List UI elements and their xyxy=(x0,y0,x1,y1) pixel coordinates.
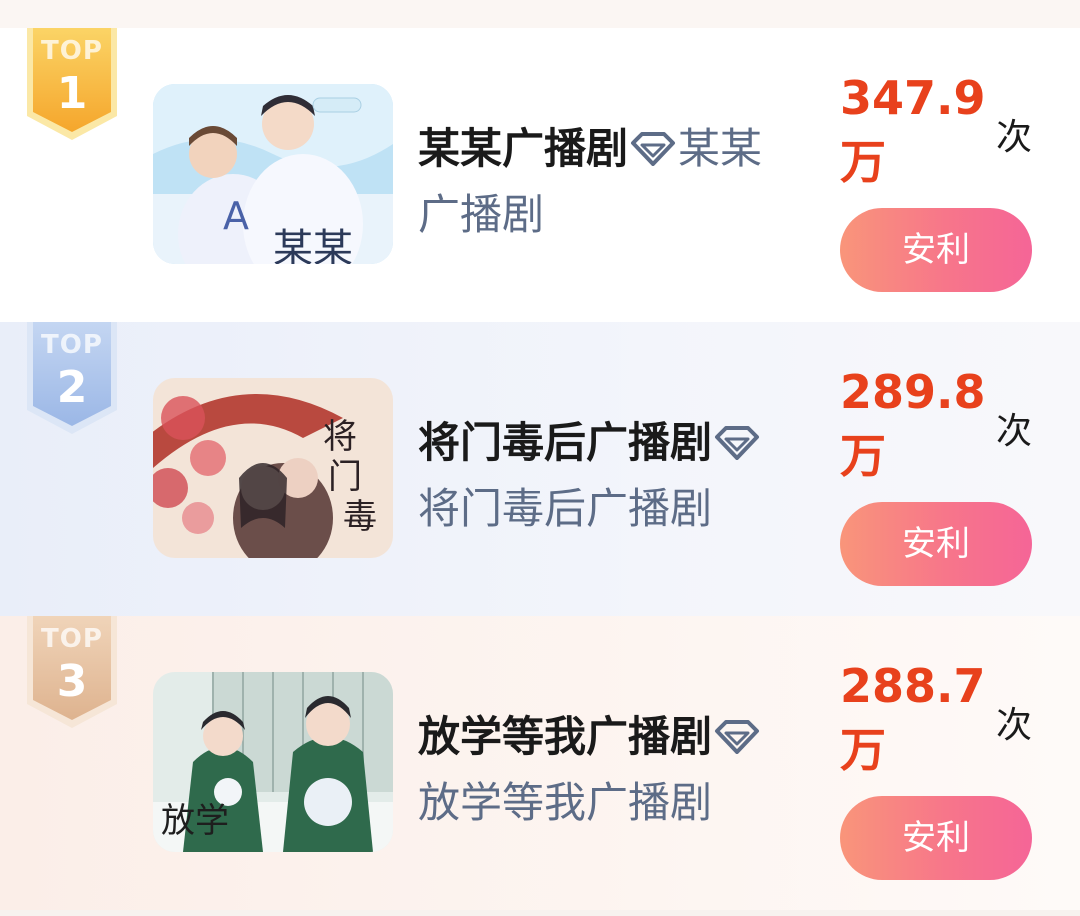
rank-top-label: TOP xyxy=(41,36,103,66)
play-count: 347.9万 xyxy=(840,71,986,189)
drama-title[interactable]: 某某广播剧 某某广播剧 xyxy=(418,116,798,248)
rank-number: 1 xyxy=(56,68,88,119)
rank-badge-gold: TOP 1 xyxy=(27,28,117,140)
svg-text:将: 将 xyxy=(323,417,357,457)
recommend-button[interactable]: 安利 xyxy=(840,502,1032,586)
rank-number: 3 xyxy=(56,656,88,707)
play-count: 289.8万 xyxy=(840,365,986,483)
recommend-button[interactable]: 安利 xyxy=(840,796,1032,880)
diamond-icon xyxy=(714,413,760,460)
drama-title[interactable]: 放学等我广播剧 放学等我广播剧 xyxy=(418,704,798,836)
svg-text:毒: 毒 xyxy=(343,497,377,537)
svg-text:门: 门 xyxy=(328,457,362,497)
drama-title-main: 放学等我广播剧 xyxy=(418,712,713,761)
ranking-item[interactable]: TOP 2 将 门 毒 将门毒后广播剧 将门毒后广播剧 289.8万 次 安利 xyxy=(0,322,1080,616)
play-count-unit: 次 xyxy=(996,705,1033,746)
drama-title-main: 某某广播剧 xyxy=(418,124,629,173)
top-divider xyxy=(0,0,1080,28)
play-count-unit: 次 xyxy=(996,117,1033,158)
svg-text:某某: 某某 xyxy=(273,226,353,264)
drama-title-main: 将门毒后广播剧 xyxy=(418,418,713,467)
diamond-icon xyxy=(630,119,676,166)
diamond-icon xyxy=(714,707,760,754)
recommend-button[interactable]: 安利 xyxy=(840,208,1032,292)
drama-title-sub: 将门毒后广播剧 xyxy=(418,484,713,533)
svg-text:A: A xyxy=(223,194,249,238)
drama-title-sub: 放学等我广播剧 xyxy=(418,778,713,827)
svg-text:放学: 放学 xyxy=(161,801,229,841)
bottom-divider xyxy=(0,910,1080,916)
rank-top-label: TOP xyxy=(41,624,103,654)
ranking-list: TOP 1 某某 A 某某广播剧 某某广播剧 347.9万 次 安利 TOP 2… xyxy=(0,0,1080,916)
rank-badge-bronze: TOP 3 xyxy=(27,616,117,728)
cover-image[interactable]: 某某 A xyxy=(153,84,393,264)
rank-number: 2 xyxy=(56,362,88,413)
ranking-item[interactable]: TOP 3 放学 放学等我广播剧 放学等我广播剧 288.7万 次 安利 xyxy=(0,616,1080,910)
cover-image[interactable]: 将 门 毒 xyxy=(153,378,393,558)
play-count: 288.7万 xyxy=(840,659,986,777)
play-count-unit: 次 xyxy=(996,411,1033,452)
drama-title[interactable]: 将门毒后广播剧 将门毒后广播剧 xyxy=(418,410,798,542)
rank-top-label: TOP xyxy=(41,330,103,360)
cover-image[interactable]: 放学 xyxy=(153,672,393,852)
ranking-item[interactable]: TOP 1 某某 A 某某广播剧 某某广播剧 347.9万 次 安利 xyxy=(0,28,1080,322)
rank-badge-blue: TOP 2 xyxy=(27,322,117,434)
